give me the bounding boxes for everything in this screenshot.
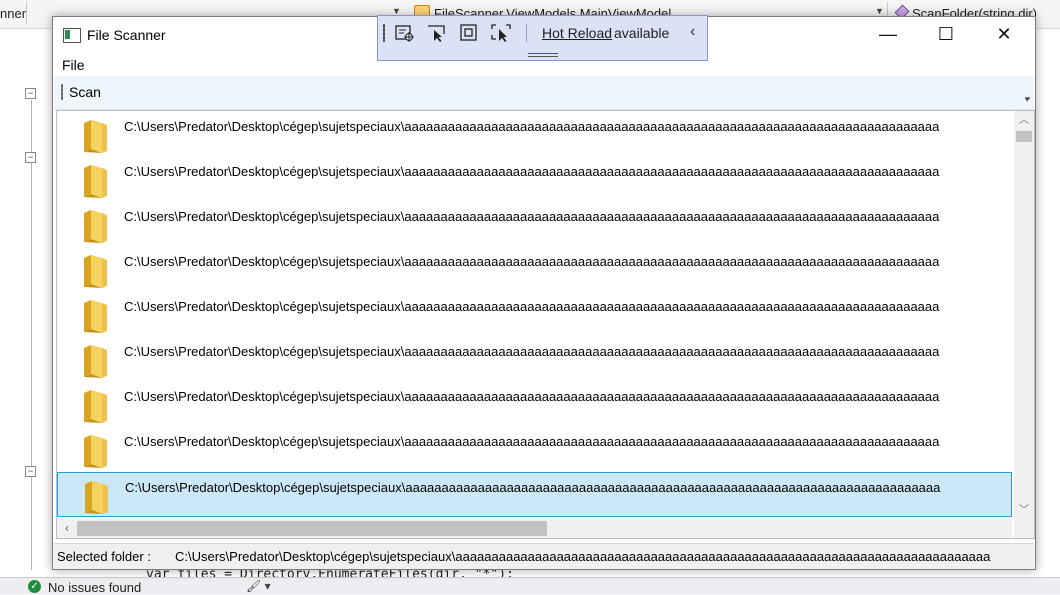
collapse-icon[interactable]: − [25, 466, 36, 477]
folder-path: C:\Users\Predator\Desktop\cégep\sujetspe… [124, 119, 940, 134]
chevron-down-icon[interactable]: ▼ [875, 6, 884, 16]
folder-path: C:\Users\Predator\Desktop\cégep\sujetspe… [124, 209, 940, 224]
horizontal-scrollbar[interactable]: ‹ › [57, 519, 1018, 538]
outline-guide [31, 100, 32, 570]
menu-file[interactable]: File [62, 57, 85, 73]
editor-margin [0, 29, 48, 577]
list-item[interactable]: C:\Users\Predator\Desktop\cégep\sujetspe… [57, 337, 1012, 382]
list-item[interactable]: C:\Users\Predator\Desktop\cégep\sujetspe… [57, 292, 1012, 337]
scroll-down-icon[interactable]: ﹀ [1014, 503, 1034, 519]
folder-path: C:\Users\Predator\Desktop\cégep\sujetspe… [124, 434, 940, 449]
folder-path: C:\Users\Predator\Desktop\cégep\sujetspe… [124, 299, 940, 314]
drag-handle[interactable] [528, 53, 558, 57]
folder-icon [84, 345, 107, 378]
list-item[interactable]: C:\Users\Predator\Desktop\cégep\sujetspe… [57, 247, 1012, 292]
maximize-button[interactable]: ☐ [917, 17, 975, 51]
scroll-left-icon[interactable]: ‹ [59, 519, 75, 538]
list-item[interactable]: C:\Users\Predator\Desktop\cégep\sujetspe… [57, 382, 1012, 427]
hot-reload-link[interactable]: Hot Reload [542, 25, 612, 41]
folder-icon [84, 390, 107, 423]
adorner-icon[interactable] [458, 23, 480, 43]
close-button[interactable]: ✕ [975, 17, 1033, 51]
scan-button[interactable]: Scan [69, 84, 101, 100]
vs-document-tab[interactable]: nner [0, 6, 26, 21]
folder-list-rows: C:\Users\Predator\Desktop\cégep\sujetspe… [57, 111, 1012, 519]
collapse-chevron-icon[interactable]: ‹ [690, 23, 695, 41]
hot-reload-grip[interactable] [383, 24, 385, 42]
folder-icon [84, 120, 107, 153]
folder-icon [84, 165, 107, 198]
selected-folder-label: Selected folder : [57, 549, 151, 564]
app-icon [63, 28, 81, 43]
selected-folder-value: C:\Users\Predator\Desktop\cégep\sujetspe… [175, 549, 991, 564]
list-item[interactable]: C:\Users\Predator\Desktop\cégep\sujetspe… [57, 112, 1012, 157]
cursor-select-icon[interactable] [426, 23, 448, 43]
hot-reload-status: available [614, 25, 670, 41]
horizontal-scroll-thumb[interactable] [77, 521, 547, 536]
list-item[interactable]: C:\Users\Predator\Desktop\cégep\sujetspe… [57, 157, 1012, 202]
scroll-up-icon[interactable]: ︿ [1014, 113, 1034, 129]
toolbar: Scan ‗ ▾ [54, 76, 1034, 110]
hot-reload-toolbar: Hot Reload available ‹ [377, 15, 708, 61]
scrollbar-corner [1014, 519, 1034, 538]
folder-path: C:\Users\Predator\Desktop\cégep\sujetspe… [124, 254, 940, 269]
check-icon: ✓ [28, 580, 41, 593]
folder-list[interactable]: C:\Users\Predator\Desktop\cégep\sujetspe… [56, 110, 1035, 539]
folder-icon [84, 435, 107, 468]
list-item[interactable]: C:\Users\Predator\Desktop\cégep\sujetspe… [57, 427, 1012, 472]
minimize-button[interactable]: — [859, 17, 917, 51]
folder-icon [84, 255, 107, 288]
status-bar: Selected folder : C:\Users\Predator\Desk… [54, 543, 1034, 569]
folder-path: C:\Users\Predator\Desktop\cégep\sujetspe… [124, 164, 940, 179]
collapse-icon[interactable]: − [25, 88, 36, 99]
vertical-scroll-thumb[interactable] [1016, 131, 1032, 142]
brush-icon[interactable]: 🖌 ▾ [246, 579, 271, 593]
toolbar-grip[interactable] [61, 84, 63, 100]
vertical-scrollbar[interactable]: ︿ ﹀ [1014, 111, 1034, 519]
tab-separator [26, 2, 27, 24]
track-focus-icon[interactable] [490, 23, 512, 43]
folder-icon [85, 481, 108, 514]
select-element-icon[interactable] [394, 23, 416, 43]
folder-icon [84, 210, 107, 243]
hot-reload-separator [526, 24, 527, 42]
toolbar-overflow-icon[interactable]: ‗ ▾ [1025, 90, 1030, 104]
editor-status-bar: ✓ No issues found 🖌 ▾ [0, 577, 1060, 595]
window-title: File Scanner [87, 27, 166, 43]
list-item[interactable]: C:\Users\Predator\Desktop\cégep\sujetspe… [57, 472, 1012, 517]
file-scanner-window: File Scanner — ☐ ✕ File Scan ‗ ▾ C:\Users… [52, 16, 1036, 570]
folder-icon [84, 300, 107, 333]
folder-path: C:\Users\Predator\Desktop\cégep\sujetspe… [124, 389, 940, 404]
collapse-icon[interactable]: − [25, 152, 36, 163]
folder-path: C:\Users\Predator\Desktop\cégep\sujetspe… [125, 480, 941, 495]
folder-path: C:\Users\Predator\Desktop\cégep\sujetspe… [124, 344, 940, 359]
list-item[interactable]: C:\Users\Predator\Desktop\cégep\sujetspe… [57, 202, 1012, 247]
